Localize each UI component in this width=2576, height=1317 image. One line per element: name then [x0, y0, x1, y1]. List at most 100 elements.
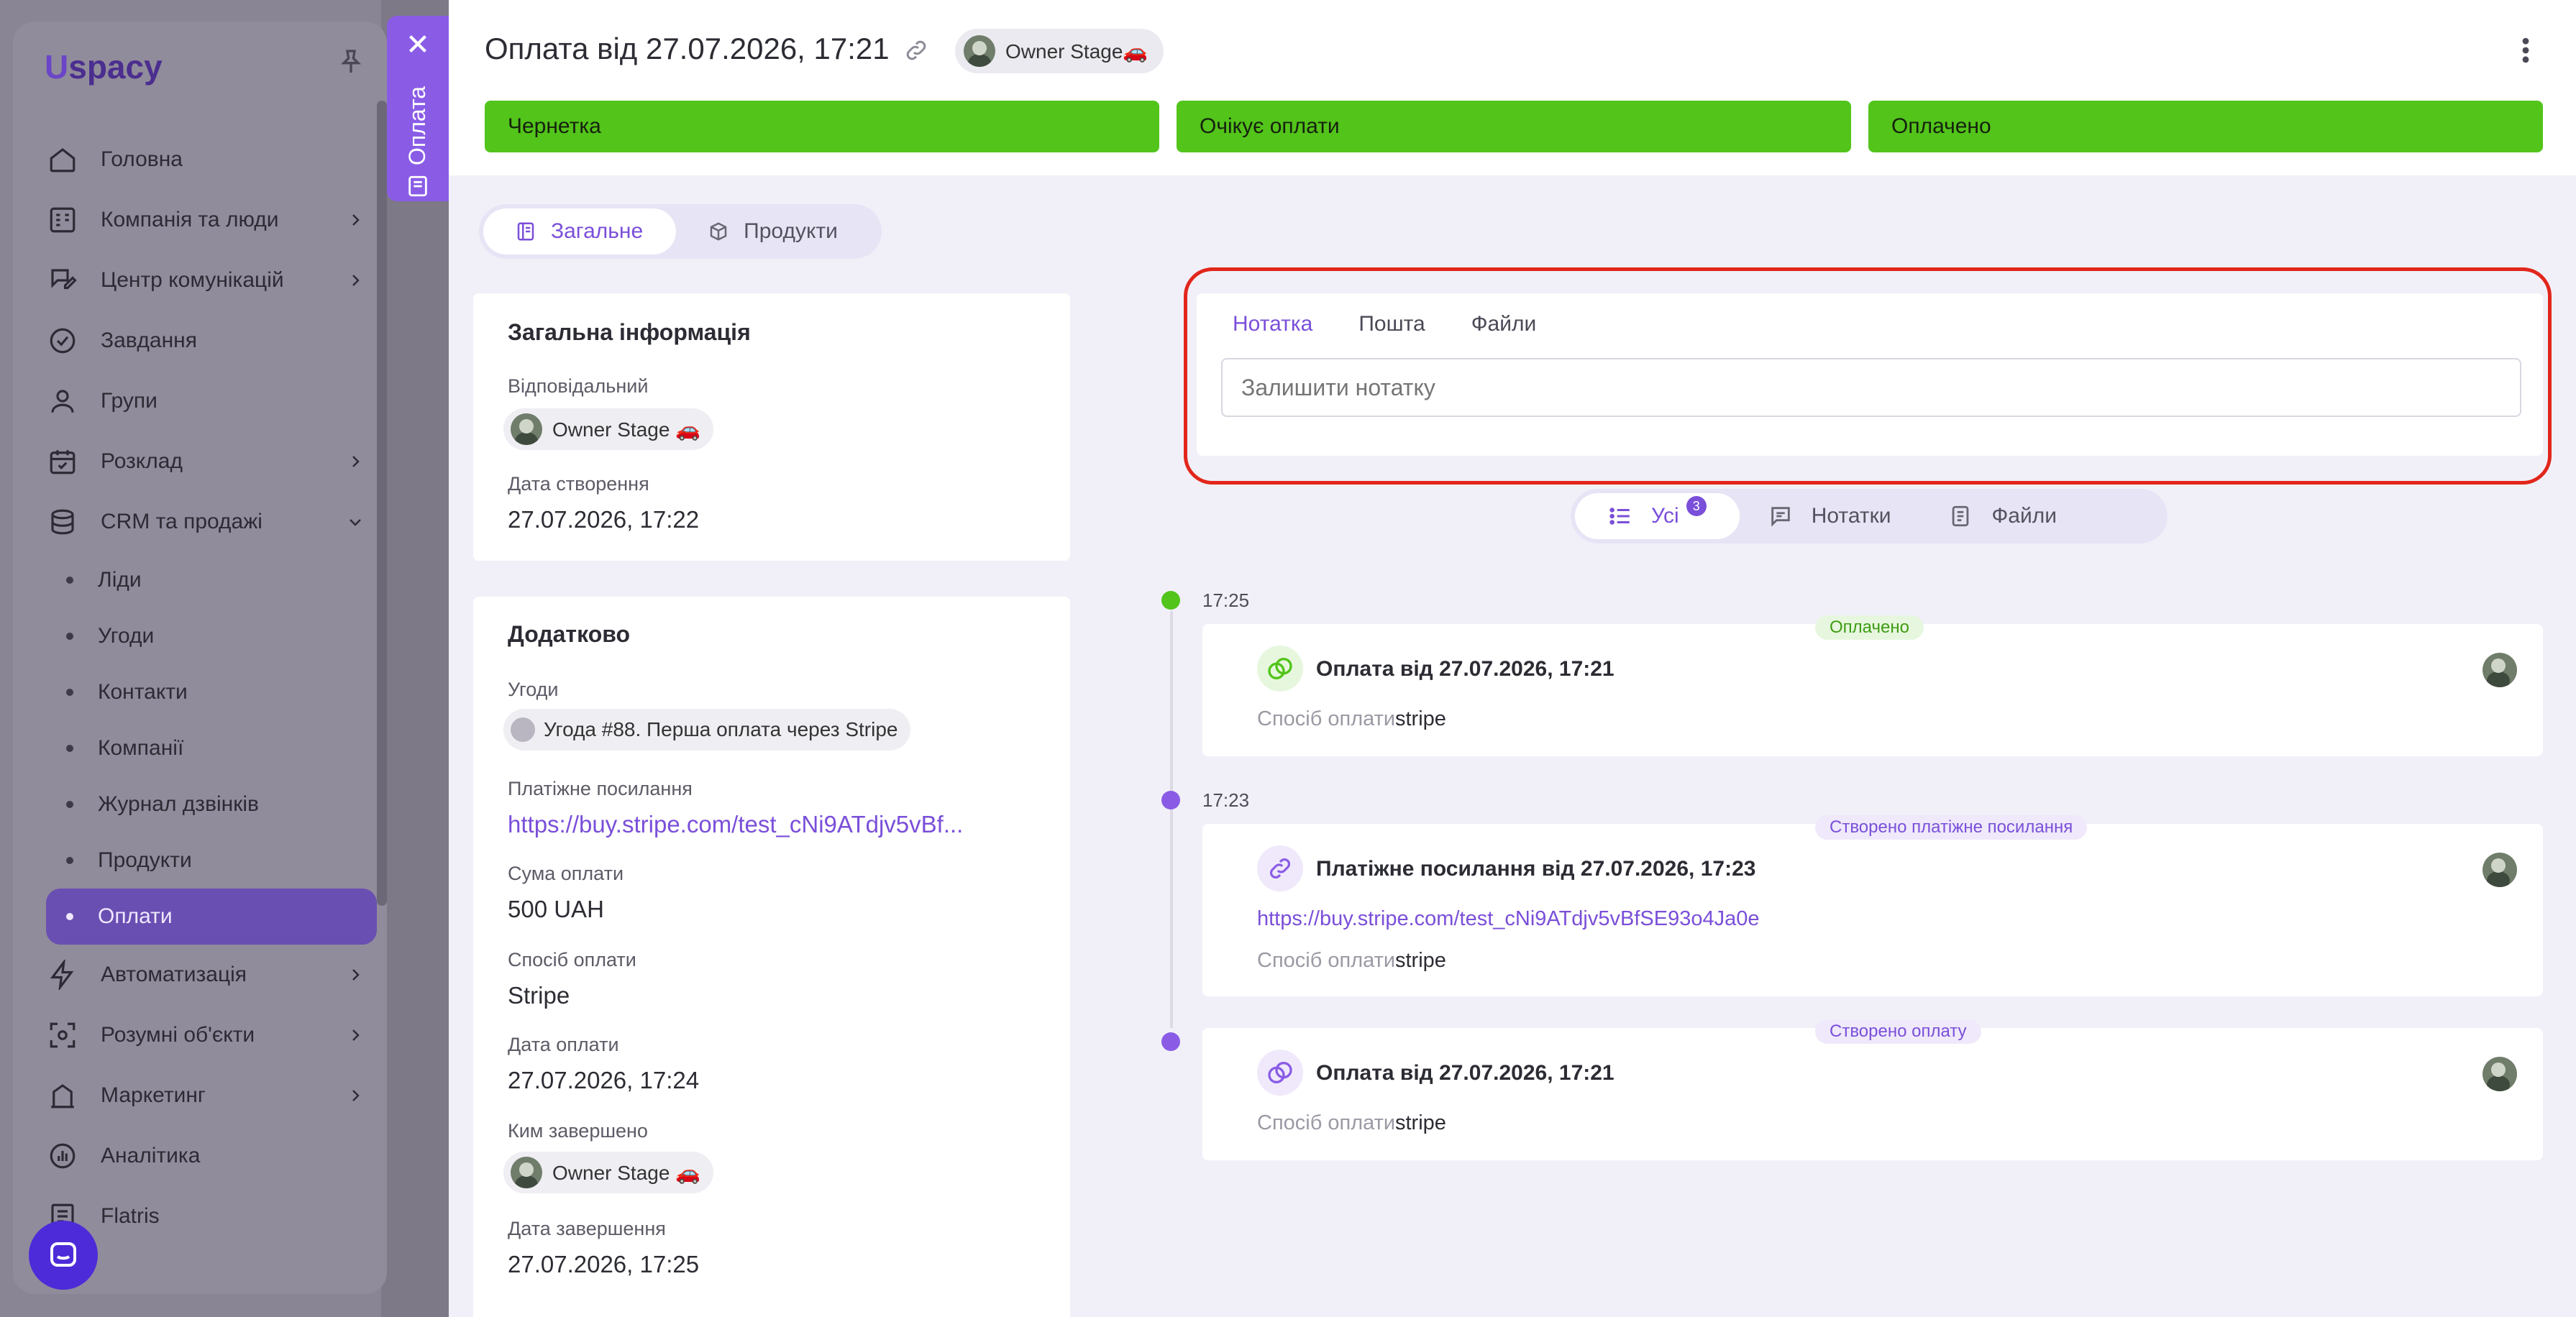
marketing-icon — [46, 1079, 79, 1112]
deal-chip[interactable]: Угода #88. Перша оплата через Stripe — [503, 709, 911, 751]
submenu-item-companies[interactable]: Компанії — [46, 720, 377, 776]
payment-method: Stripe — [508, 982, 570, 1009]
tab-products[interactable]: Продукти — [676, 208, 871, 254]
event-tag: Створено оплату — [1815, 1019, 1981, 1044]
avatar — [2483, 1057, 2517, 1091]
pin-icon[interactable] — [337, 47, 365, 76]
field-label: Спосіб оплати — [508, 949, 636, 970]
event-method-label: Спосіб оплати: — [1257, 949, 1402, 972]
event-time: 17:25 — [1202, 589, 1250, 611]
menu-item-schedule[interactable]: Розклад — [46, 431, 377, 492]
submenu-item-deals[interactable]: Угоди — [46, 608, 377, 664]
file-icon — [1952, 505, 1969, 527]
event-tag: Оплачено — [1815, 615, 1924, 640]
menu-item-groups[interactable]: Групи — [46, 371, 377, 431]
page-title: Оплата від 27.07.2026, 17:21 — [485, 32, 890, 65]
chevron-right-icon — [352, 1029, 360, 1041]
menu-item-marketing[interactable]: Маркетинг — [46, 1065, 377, 1126]
submenu-item-payments[interactable]: Оплати — [46, 889, 377, 945]
avatar — [964, 35, 995, 67]
menu-item-communications[interactable]: Центр комунікацій — [46, 250, 377, 311]
app-logo[interactable]: Uspacy — [45, 47, 163, 86]
company-icon — [46, 203, 79, 237]
smart-object-icon — [46, 1019, 79, 1052]
bolt-icon — [46, 958, 79, 991]
general-info-card: Загальна інформація Відповідальний Owner… — [473, 293, 1070, 561]
payment-icon — [1257, 646, 1303, 692]
payment-link[interactable]: https://buy.stripe.com/test_cNi9ATdjv5vB… — [508, 811, 963, 838]
submenu-item-leads[interactable]: Ліди — [46, 552, 377, 608]
submenu-item-products[interactable]: Продукти — [46, 832, 377, 889]
responsible-chip[interactable]: Owner Stage 🚗 — [503, 408, 714, 450]
support-chat-button[interactable] — [29, 1221, 98, 1290]
chevron-right-icon — [352, 214, 360, 226]
filter-files[interactable]: Файли — [1919, 493, 2086, 539]
tab-email[interactable]: Пошта — [1358, 312, 1425, 336]
menu-item-crm[interactable]: CRM та продажі — [46, 492, 377, 552]
filter-all[interactable]: Усі 3 — [1575, 493, 1740, 539]
menu-item-automation[interactable]: Автоматизація — [46, 945, 377, 1005]
payment-panel: Оплата від 27.07.2026, 17:21 Owner Stage… — [449, 0, 2576, 1317]
event-method-label: Спосіб оплати: — [1257, 1111, 1402, 1134]
timeline-line — [1170, 611, 1173, 1028]
stage-draft[interactable]: Чернетка — [485, 101, 1159, 152]
menu-item-flatris[interactable]: Flatris — [46, 1186, 377, 1247]
tab-files[interactable]: Файли — [1471, 312, 1537, 336]
deal-icon — [511, 717, 535, 742]
timeline-event: Оплата від 27.07.2026, 17:21 Спосіб опла… — [1202, 1028, 2543, 1160]
event-tag: Створено платіжне посилання — [1815, 815, 2088, 840]
chevron-right-icon — [352, 969, 360, 981]
chevron-right-icon — [352, 1090, 360, 1101]
payment-amount: 500 UAH — [508, 896, 604, 922]
close-icon[interactable] — [403, 29, 433, 59]
menu-item-home[interactable]: Головна — [46, 129, 377, 190]
field-label: Ким завершено — [508, 1120, 648, 1142]
payment-icon — [1257, 1050, 1303, 1096]
event-method: stripe — [1395, 707, 1446, 730]
event-method-label: Спосіб оплати: — [1257, 707, 1402, 730]
user-icon — [46, 385, 79, 418]
panel-header: Оплата від 27.07.2026, 17:21 Owner Stage… — [449, 0, 2576, 175]
copy-link-icon[interactable] — [903, 37, 929, 63]
panel-side-tab[interactable]: Оплата — [387, 16, 449, 201]
owner-chip[interactable]: Owner Stage🚗 — [955, 29, 1164, 73]
section-title: Загальна інформація — [508, 319, 751, 345]
menu-item-analytics[interactable]: Аналітика — [46, 1126, 377, 1186]
stage-awaiting-payment[interactable]: Очікує оплати — [1177, 101, 1851, 152]
submenu-item-call-log[interactable]: Журнал дзвінків — [46, 776, 377, 832]
analytics-icon — [46, 1139, 79, 1173]
section-title: Додатково — [508, 621, 631, 647]
note-tabs: Нотатка Пошта Файли — [1233, 312, 1536, 336]
submenu-item-contacts[interactable]: Контакти — [46, 664, 377, 720]
chevron-right-icon — [352, 456, 360, 467]
field-label: Платіжне посилання — [508, 778, 693, 799]
avatar — [2483, 853, 2517, 887]
chevron-down-icon — [350, 519, 361, 526]
field-label: Дата завершення — [508, 1218, 666, 1239]
completed-by-chip[interactable]: Owner Stage 🚗 — [503, 1152, 714, 1193]
sidebar-scrollbar[interactable] — [377, 101, 387, 906]
event-payment-link[interactable]: https://buy.stripe.com/test_cNi9ATdjv5vB… — [1257, 907, 1760, 931]
avatar — [511, 413, 542, 445]
event-method: stripe — [1395, 1111, 1446, 1134]
event-title: Оплата від 27.07.2026, 17:21 — [1316, 1061, 1614, 1085]
filter-notes[interactable]: Нотатки — [1740, 493, 1920, 539]
menu-item-smart-objects[interactable]: Розумні об'єкти — [46, 1005, 377, 1065]
panel-tabs: Загальне Продукти — [479, 204, 882, 259]
menu-item-tasks[interactable]: Завдання — [46, 311, 377, 371]
chevron-right-icon — [352, 275, 360, 286]
note-input[interactable] — [1221, 358, 2521, 417]
count-badge: 3 — [1686, 496, 1707, 516]
tab-note[interactable]: Нотатка — [1233, 312, 1312, 336]
more-options-icon[interactable] — [2518, 35, 2533, 66]
avatar — [2483, 653, 2517, 687]
menu-item-company[interactable]: Компанія та люди — [46, 190, 377, 250]
created-date: 27.07.2026, 17:22 — [508, 506, 700, 533]
event-title: Оплата від 27.07.2026, 17:21 — [1316, 657, 1614, 681]
field-label: Відповідальний — [508, 375, 649, 397]
field-label: Дата оплати — [508, 1034, 619, 1055]
completed-date: 27.07.2026, 17:25 — [508, 1251, 700, 1277]
stage-paid[interactable]: Оплачено — [1868, 101, 2543, 152]
event-title: Платіжне посилання від 27.07.2026, 17:23 — [1316, 857, 1756, 881]
tab-general[interactable]: Загальне — [483, 208, 677, 254]
